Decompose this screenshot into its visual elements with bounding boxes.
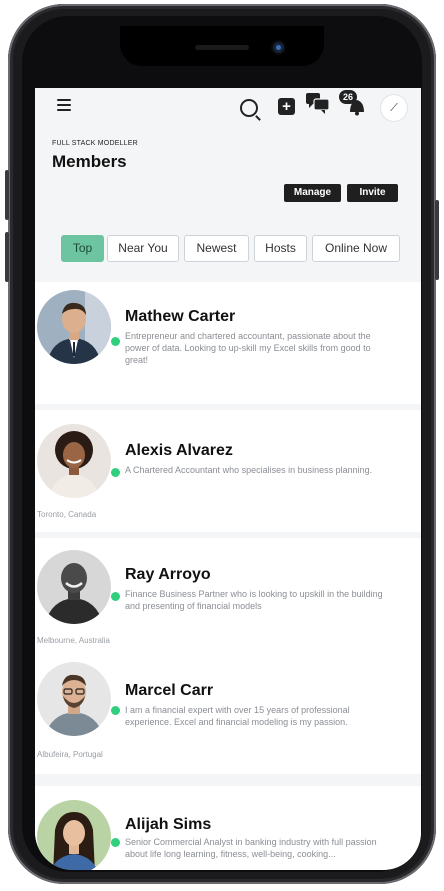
member-bio: Finance Business Partner who is looking … [125, 589, 383, 611]
member-avatar[interactable] [37, 800, 111, 870]
page-title: Members [52, 152, 127, 171]
member-name[interactable]: Mathew Carter [125, 308, 235, 326]
volume-button [5, 170, 9, 220]
tab-online-now[interactable]: Online Now [312, 235, 400, 262]
notification-badge: 26 [339, 90, 357, 104]
online-indicator [111, 337, 120, 346]
app-screen: + 26 ⟋ FULL STACK MODELLER Members Manag… [35, 88, 421, 870]
tab-top[interactable]: Top [61, 235, 104, 262]
top-bar: + 26 ⟋ [35, 88, 421, 132]
member-bio: I am a financial expert with over 15 yea… [125, 705, 350, 727]
member-card[interactable]: Alexis Alvarez A Chartered Accountant wh… [35, 410, 421, 532]
member-bio: Senior Commercial Analyst in banking ind… [125, 837, 377, 859]
volume-button [5, 232, 9, 282]
member-name[interactable]: Alijah Sims [125, 816, 211, 834]
speaker [195, 45, 249, 50]
member-card[interactable]: Mathew Carter Entrepreneur and chartered… [35, 282, 421, 404]
member-bio: Entrepreneur and chartered accountant, p… [125, 331, 371, 365]
online-indicator [111, 592, 120, 601]
manage-button[interactable]: Manage [284, 184, 341, 202]
member-name[interactable]: Marcel Carr [125, 682, 213, 700]
tab-newest[interactable]: Newest [184, 235, 249, 262]
notification-icon[interactable]: 26 [339, 90, 367, 116]
member-avatar[interactable] [37, 290, 111, 364]
invite-button[interactable]: Invite [347, 184, 398, 202]
online-indicator [111, 838, 120, 847]
community-name: FULL STACK MODELLER [52, 140, 138, 147]
tab-hosts[interactable]: Hosts [254, 235, 307, 262]
member-location: Albufeira, Portugal [37, 750, 103, 759]
search-icon[interactable] [240, 99, 258, 117]
user-avatar[interactable]: ⟋ [381, 95, 407, 121]
member-name[interactable]: Ray Arroyo [125, 566, 211, 584]
member-location: Melbourne, Australia [37, 636, 110, 645]
member-avatar[interactable] [37, 662, 111, 736]
member-location: Toronto, Canada [37, 510, 97, 519]
member-card[interactable]: Alijah Sims Senior Commercial Analyst in… [35, 786, 421, 870]
member-avatar[interactable] [37, 424, 111, 498]
member-name[interactable]: Alexis Alvarez [125, 442, 233, 460]
member-avatar[interactable] [37, 550, 111, 624]
member-bio: A Chartered Accountant who specialises i… [125, 465, 373, 475]
menu-icon[interactable] [57, 99, 71, 111]
chat-icon[interactable] [305, 92, 331, 116]
front-camera [273, 42, 284, 53]
member-card[interactable]: Ray Arroyo Finance Business Partner who … [35, 538, 421, 774]
tab-near-you[interactable]: Near You [107, 235, 179, 262]
online-indicator [111, 706, 120, 715]
online-indicator [111, 468, 120, 477]
add-icon[interactable]: + [278, 98, 295, 115]
power-button [435, 200, 439, 280]
